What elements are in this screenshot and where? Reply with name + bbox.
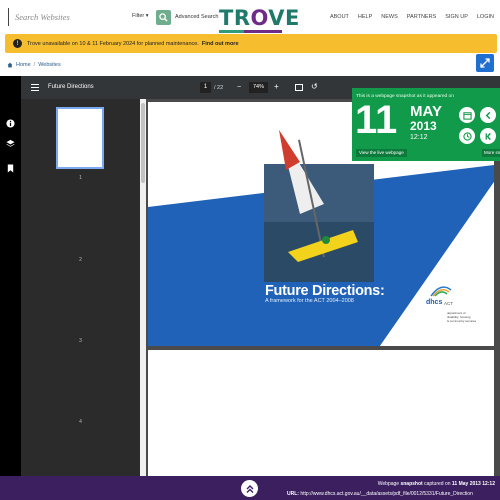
- alert-icon: !: [13, 39, 22, 48]
- url-label: URL:: [287, 491, 299, 497]
- more-snapshots-button[interactable]: More sn: [482, 149, 500, 157]
- scrollbar-thumb[interactable]: [141, 103, 145, 183]
- view-live-webpage-button[interactable]: View the live webpage: [356, 149, 407, 157]
- find-out-more-link[interactable]: Find out more: [202, 41, 239, 47]
- nav-partners[interactable]: PARTNERS: [407, 14, 436, 20]
- chevron-left-icon: [485, 111, 490, 119]
- archive-side-toolbar: [0, 76, 21, 476]
- zoom-out-button[interactable]: −: [237, 84, 241, 91]
- logo-text-left: TR: [219, 6, 251, 30]
- document-scrollbar[interactable]: [140, 99, 146, 476]
- nav-sign-up[interactable]: SIGN UP: [445, 14, 468, 20]
- snapshot-time: 12:12: [410, 134, 428, 141]
- maintenance-alert: ! Trove unavailable on 10 & 11 February …: [5, 34, 497, 53]
- search-input[interactable]: Search Websites: [8, 8, 128, 26]
- capture-prefix: Webpage: [377, 481, 400, 487]
- nav-help[interactable]: HELP: [358, 14, 372, 20]
- pdf-page-2: [148, 350, 494, 476]
- document-title: Future Directions: [48, 84, 94, 90]
- bookmark-icon[interactable]: [6, 164, 15, 173]
- calendar-button[interactable]: [459, 107, 475, 123]
- logo-text-right: VE: [268, 6, 300, 30]
- logo-underline: [219, 30, 282, 33]
- breadcrumb: Home / Websites: [7, 62, 61, 68]
- caret-down-icon: ▾: [145, 13, 149, 19]
- advanced-search-link[interactable]: Advanced Search: [175, 14, 218, 20]
- search-icon: [159, 13, 168, 22]
- collapse-footer-button[interactable]: [241, 480, 258, 497]
- calendar-icon: [462, 111, 472, 120]
- rotate-icon[interactable]: ↺: [311, 83, 318, 91]
- thumbnail-number: 4: [79, 419, 82, 425]
- double-chevron-up-icon: [246, 484, 253, 493]
- dhcs-logo-text: dhcs: [426, 299, 443, 306]
- capture-snapshot-word: snapshot: [400, 481, 423, 487]
- fit-page-icon[interactable]: [295, 84, 303, 91]
- breadcrumb-websites[interactable]: Websites: [38, 62, 61, 68]
- capture-mid: captured on: [424, 481, 451, 487]
- timeline-button[interactable]: [459, 128, 475, 144]
- dhcs-act: ACT: [444, 301, 453, 306]
- logo-text-o: O: [250, 6, 269, 30]
- url-value[interactable]: http://www.dhcs.act.gov.au/__data/assets…: [300, 491, 473, 497]
- snapshot-month: MAY: [410, 103, 442, 120]
- breadcrumb-separator: /: [33, 62, 36, 68]
- alert-text: Trove unavailable on 10 & 11 February 20…: [27, 40, 199, 47]
- zoom-level-input[interactable]: 74%: [249, 82, 268, 93]
- page-number-input[interactable]: 1: [200, 82, 211, 93]
- info-icon[interactable]: [6, 119, 15, 128]
- trove-logo[interactable]: TROVE: [219, 6, 300, 33]
- search-button[interactable]: [156, 10, 171, 25]
- snapshot-footer: Webpage snapshot captured on 11 May 2013…: [0, 476, 500, 500]
- filter-dropdown[interactable]: Filter ▾: [132, 13, 149, 19]
- page-total: / 22: [214, 85, 224, 91]
- filter-label: Filter: [132, 13, 145, 19]
- nav-about[interactable]: ABOUT: [330, 14, 349, 20]
- capture-url: URL: http://www.dhcs.act.gov.au/__data/a…: [287, 491, 473, 497]
- capture-date: 11 May 2013 12:12: [451, 481, 495, 487]
- cover-subtitle: A framework for the ACT 2004–2008: [265, 298, 354, 304]
- capture-info: Webpage snapshot captured on 11 May 2013…: [378, 481, 495, 487]
- snapshot-day: 11: [355, 98, 398, 142]
- previous-snapshot-button[interactable]: [480, 107, 496, 123]
- dhcs-department: department of disability, housing & comm…: [447, 311, 477, 323]
- thumbnail-sidebar: 1 2 3 4: [21, 99, 140, 476]
- snapshot-panel: This is a webpage snapshot as it appeare…: [352, 88, 500, 161]
- breadcrumb-home[interactable]: Home: [16, 62, 31, 68]
- top-nav: ABOUT HELP NEWS PARTNERS SIGN UP LOGIN: [330, 14, 494, 20]
- site-header: Search Websites Filter ▾ Advanced Search…: [0, 0, 500, 33]
- thumbnail-number: 3: [79, 338, 82, 344]
- home-icon: [7, 62, 13, 68]
- snapshot-year: 2013: [410, 119, 437, 133]
- nav-login[interactable]: LOGIN: [477, 14, 494, 20]
- thumbnail-number: 1: [79, 175, 82, 181]
- zoom-in-button[interactable]: +: [274, 82, 279, 91]
- layers-icon[interactable]: [6, 139, 15, 148]
- chevron-first-icon: [485, 132, 491, 140]
- menu-icon[interactable]: [31, 84, 39, 91]
- first-snapshot-button[interactable]: [480, 128, 496, 144]
- expand-icon: [480, 58, 490, 68]
- thumbnail-page-1[interactable]: [56, 107, 104, 169]
- cover-title: Future Directions:: [265, 283, 385, 299]
- dhcs-logo-icon: [430, 286, 452, 297]
- thumbnail-number: 2: [79, 257, 82, 263]
- clock-icon: [462, 131, 472, 141]
- nav-news[interactable]: NEWS: [381, 14, 398, 20]
- fullscreen-button[interactable]: [476, 54, 494, 72]
